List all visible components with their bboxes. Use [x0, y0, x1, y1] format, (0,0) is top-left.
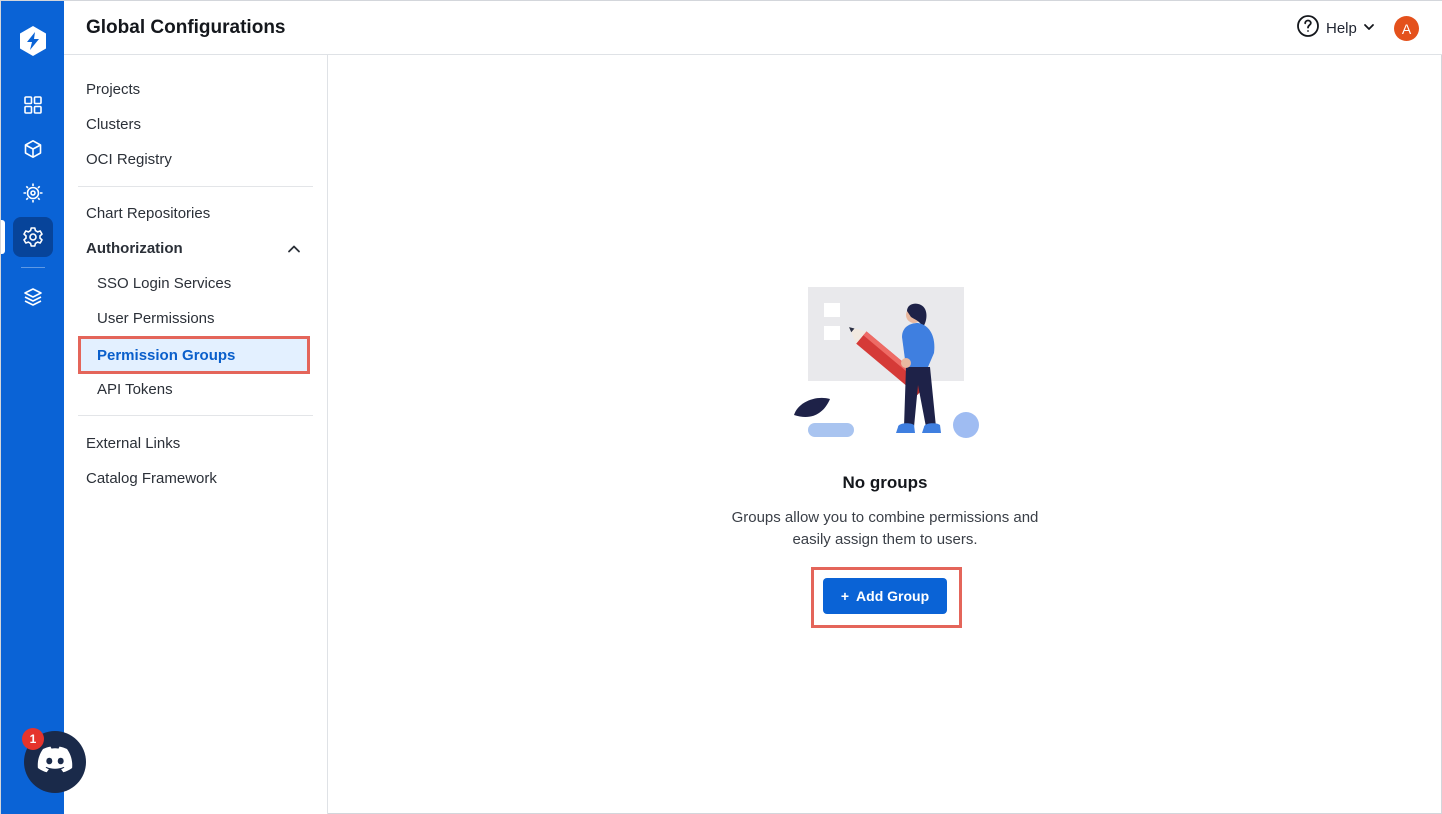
discord-chat-button[interactable]: 1 — [22, 728, 86, 793]
sidebar-group-authorization[interactable]: Authorization — [86, 240, 183, 257]
sidebar-divider — [78, 415, 313, 416]
sidebar-item-chart-repositories[interactable]: Chart Repositories — [86, 205, 210, 222]
add-group-label: Add Group — [856, 588, 930, 604]
notification-badge: 1 — [22, 728, 44, 750]
icon-rail — [1, 1, 64, 814]
help-menu[interactable]: Help — [1296, 14, 1375, 42]
question-circle-icon — [1296, 14, 1320, 42]
devtron-logo-icon[interactable] — [15, 23, 51, 59]
bug-gear-icon — [22, 182, 44, 204]
settings-gear-icon — [22, 226, 44, 248]
sidebar-item-label: Permission Groups — [97, 347, 236, 364]
sidebar-item-sso-login[interactable]: SSO Login Services — [97, 275, 231, 292]
sidebar-item-catalog-framework[interactable]: Catalog Framework — [86, 470, 217, 487]
sidebar-item-permission-groups[interactable]: Permission Groups — [78, 336, 310, 374]
apps-grid-icon — [23, 95, 43, 115]
sidebar-item-oci-registry[interactable]: OCI Registry — [86, 151, 172, 168]
rail-global-config-button[interactable] — [13, 217, 53, 257]
add-group-highlight: + Add Group — [811, 567, 962, 628]
sidebar-item-projects[interactable]: Projects — [86, 81, 140, 98]
app-window: 1 Global Configurations Help A Projects — [0, 0, 1442, 814]
empty-state-illustration — [794, 287, 994, 452]
rail-divider — [21, 267, 45, 268]
main-content: No groups Groups allow you to combine pe… — [328, 55, 1442, 814]
rail-apps-button[interactable] — [13, 85, 53, 125]
chevron-down-icon — [1363, 20, 1375, 37]
cube-icon — [23, 139, 43, 159]
chevron-up-icon[interactable] — [286, 241, 302, 257]
rail-chart-store-button[interactable] — [13, 129, 53, 169]
rail-active-marker — [1, 220, 5, 254]
add-group-button[interactable]: + Add Group — [823, 578, 947, 614]
settings-sidebar: Projects Clusters OCI Registry Chart Rep… — [64, 55, 328, 814]
empty-state-title: No groups — [842, 473, 928, 492]
stack-layers-icon — [23, 287, 43, 307]
page-header: Global Configurations Help A — [64, 1, 1442, 55]
sidebar-item-external-links[interactable]: External Links — [86, 435, 180, 452]
discord-icon — [37, 746, 73, 779]
sidebar-item-api-tokens[interactable]: API Tokens — [97, 381, 173, 398]
help-label: Help — [1326, 19, 1357, 37]
empty-state-description: Groups allow you to combine permissions … — [731, 509, 1039, 548]
page-title: Global Configurations — [86, 17, 286, 38]
rail-security-button[interactable] — [13, 173, 53, 213]
sidebar-item-clusters[interactable]: Clusters — [86, 116, 141, 133]
sidebar-item-user-permissions[interactable]: User Permissions — [97, 310, 215, 327]
plus-icon: + — [840, 588, 850, 604]
user-avatar[interactable]: A — [1394, 16, 1419, 41]
rail-stack-manager-button[interactable] — [13, 277, 53, 317]
sidebar-divider — [78, 186, 313, 187]
